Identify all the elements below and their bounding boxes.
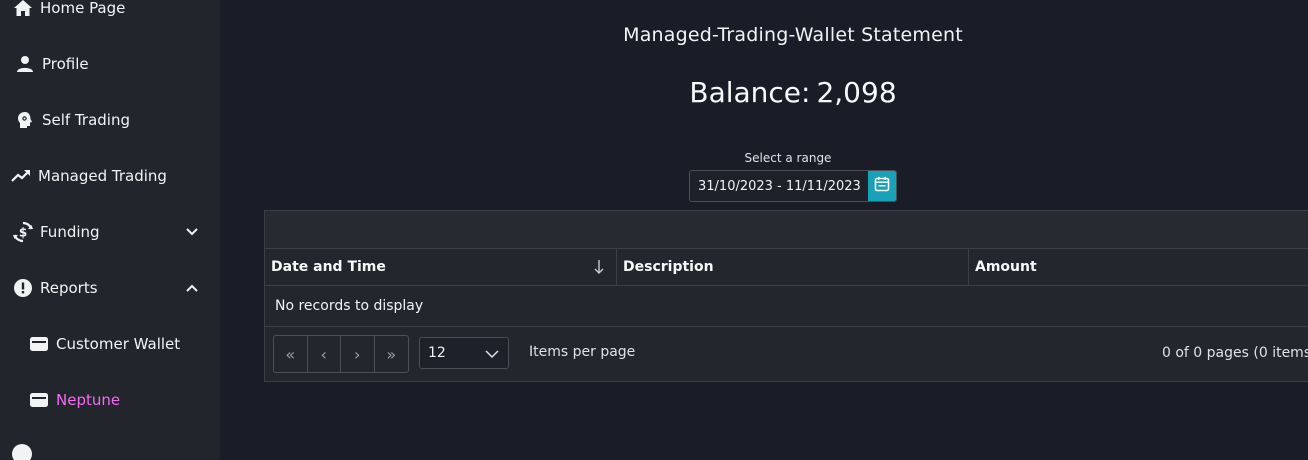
circle-icon xyxy=(12,444,32,460)
next-page-button[interactable]: › xyxy=(341,336,375,372)
sidebar-item-reports[interactable]: Reports xyxy=(0,268,220,308)
sidebar: Home Page Profile Self Trading Managed T… xyxy=(0,0,220,460)
column-header-description[interactable]: Description xyxy=(617,249,969,285)
statement-grid: Date and Time Description Amount No reco… xyxy=(264,210,1308,382)
chevron-down-icon xyxy=(484,346,500,362)
arrow-down-icon[interactable] xyxy=(592,258,606,276)
wallet-icon xyxy=(28,333,50,355)
sidebar-item-funding[interactable]: $ Funding xyxy=(0,212,220,252)
sidebar-item-home-page[interactable]: Home Page xyxy=(0,0,220,28)
calendar-button[interactable] xyxy=(868,171,896,201)
sidebar-item-self-trading[interactable]: Self Trading xyxy=(0,100,220,140)
balance-value: 2,098 xyxy=(816,76,897,109)
head-gear-icon xyxy=(14,109,36,131)
items-per-page-label: Items per page xyxy=(529,344,636,360)
balance-label: Balance: xyxy=(689,76,811,109)
empty-grid-message: No records to display xyxy=(265,286,1308,327)
svg-text:$: $ xyxy=(19,226,27,240)
app-window: Home Page Profile Self Trading Managed T… xyxy=(0,0,1308,460)
page-size-value: 12 xyxy=(428,345,446,361)
sidebar-item-label: Self Trading xyxy=(42,111,131,129)
column-header-amount[interactable]: Amount xyxy=(969,249,1308,285)
last-page-button[interactable]: » xyxy=(375,336,408,372)
sidebar-item-profile[interactable]: Profile xyxy=(0,44,220,84)
user-icon xyxy=(14,53,36,75)
sidebar-item-label: Managed Trading xyxy=(38,167,167,185)
trending-up-icon xyxy=(10,165,32,187)
chevron-up-icon[interactable] xyxy=(184,280,200,296)
main-content: Managed-Trading-Wallet Statement Balance… xyxy=(220,0,1308,460)
wallet-icon xyxy=(28,389,50,411)
sidebar-item-label: Customer Wallet xyxy=(56,335,181,353)
page-info: 0 of 0 pages (0 items) xyxy=(1162,345,1308,361)
page-size-select[interactable]: 12 xyxy=(419,337,509,369)
alert-circle-icon xyxy=(12,277,34,299)
range-label: Select a range xyxy=(744,151,832,165)
column-header-label: Amount xyxy=(975,259,1037,275)
sidebar-item-label: Profile xyxy=(42,55,89,73)
previous-page-button[interactable]: ‹ xyxy=(308,336,341,372)
date-range-picker xyxy=(689,170,897,202)
sidebar-item-label: Home Page xyxy=(40,0,126,17)
column-header-label: Date and Time xyxy=(271,259,386,275)
grid-header: Date and Time Description Amount xyxy=(265,249,1308,286)
column-header-label: Description xyxy=(623,259,714,275)
date-range-input[interactable] xyxy=(690,171,868,201)
chevron-down-icon[interactable] xyxy=(184,224,200,240)
sidebar-item-label: Neptune xyxy=(56,391,121,409)
pager-buttons: « ‹ › » xyxy=(273,335,409,373)
sidebar-item-neptune[interactable]: Neptune xyxy=(0,380,220,420)
calendar-icon xyxy=(874,176,890,196)
sidebar-item-label: Reports xyxy=(40,279,98,297)
sidebar-item-managed-trading[interactable]: Managed Trading xyxy=(0,156,220,196)
grid-pager: « ‹ › » 12 Items per page 0 of 0 pages (… xyxy=(265,327,1308,381)
home-icon xyxy=(12,0,34,19)
first-page-button[interactable]: « xyxy=(274,336,308,372)
balance-display: Balance: 2,098 xyxy=(220,76,1308,109)
column-header-date-and-time[interactable]: Date and Time xyxy=(265,249,617,285)
page-title: Managed-Trading-Wallet Statement xyxy=(623,24,963,46)
sidebar-item-customer-wallet[interactable]: Customer Wallet xyxy=(0,324,220,364)
dollar-exchange-icon: $ xyxy=(12,221,34,243)
sidebar-item-label: Funding xyxy=(40,223,100,241)
grid-toolbar xyxy=(265,211,1308,249)
